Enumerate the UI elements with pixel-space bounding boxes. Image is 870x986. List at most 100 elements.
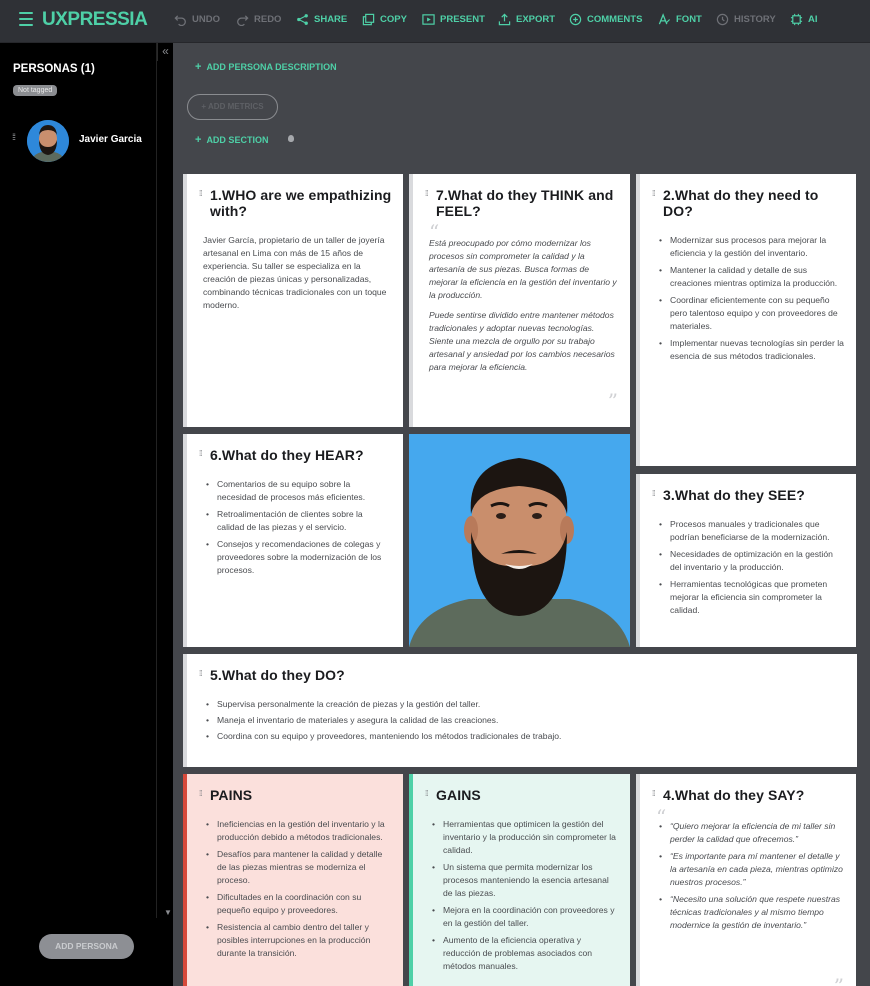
persona-list-item[interactable]: ⁞⁞ Javier Garcia: [0, 118, 156, 162]
card-do[interactable]: ⁞⁞ 5.What do they DO? Supervisa personal…: [183, 654, 857, 767]
undo-button[interactable]: UNDO: [174, 11, 220, 27]
card-text: Está preocupado por cómo modernizar los …: [429, 238, 617, 372]
tag-badge[interactable]: Not tagged: [13, 85, 58, 96]
drag-handle-icon[interactable]: ⁞⁞: [199, 670, 203, 678]
copy-icon: [362, 13, 375, 25]
card-title: 6.What do they HEAR?: [210, 447, 364, 463]
present-icon: [422, 13, 435, 25]
redo-button[interactable]: REDO: [236, 11, 281, 27]
card-think-feel[interactable]: ⁞⁞ 7.What do they THINK and FEEL? “ Está…: [409, 174, 630, 427]
export-icon: [498, 13, 511, 25]
list-item: Mantener la calidad y detalle de sus cre…: [656, 264, 844, 290]
list-item: Aumento de la eficiencia operativa y red…: [429, 934, 618, 973]
list-item: Mejora en la coordinación con proveedore…: [429, 904, 618, 930]
card-gains[interactable]: ⁞⁞ GAINS Herramientas que optimicen la g…: [409, 774, 630, 986]
undo-icon: [174, 14, 186, 26]
ai-chip-icon: [790, 13, 803, 25]
card-title: 1.WHO are we empathizing with?: [210, 187, 392, 219]
persona-avatar: [27, 120, 69, 162]
personas-title: PERSONAS (1): [13, 63, 95, 75]
card-list: Modernizar sus procesos para mejorar la …: [656, 234, 844, 367]
card-list: Herramientas que optimicen la gestión de…: [429, 818, 618, 977]
list-item: “Necesito una solución que respete nuest…: [656, 893, 844, 932]
drag-handle-icon[interactable]: ⁞⁞: [652, 490, 656, 498]
card-pains[interactable]: ⁞⁞ PAINS Ineficiencias en la gestión del…: [183, 774, 403, 986]
list-item: Herramientas tecnológicas que prometen m…: [656, 578, 844, 617]
list-item: Resistencia al cambio dentro del taller …: [203, 921, 391, 960]
list-item: Maneja el inventario de materiales y ase…: [203, 714, 845, 727]
close-quote-icon: ”: [833, 974, 844, 986]
list-item: Modernizar sus procesos para mejorar la …: [656, 234, 844, 260]
history-button[interactable]: HISTORY: [716, 11, 776, 27]
list-item: Supervisa personalmente la creación de p…: [203, 698, 845, 711]
list-item: Consejos y recomendaciones de colegas y …: [203, 538, 391, 577]
comments-button[interactable]: COMMENTS: [569, 11, 642, 27]
drag-handle-icon[interactable]: ⁞⁞: [425, 790, 429, 798]
add-metrics-button[interactable]: + ADD METRICS: [187, 94, 278, 120]
collapse-sidebar-icon[interactable]: «: [157, 43, 173, 61]
plus-icon: +: [195, 61, 202, 73]
card-list: Ineficiencias en la gestión del inventar…: [203, 818, 391, 964]
card-title: 7.What do they THINK and FEEL?: [436, 187, 614, 219]
card-need-to-do[interactable]: ⁞⁞ 2.What do they need to DO? Modernizar…: [636, 174, 856, 466]
ai-button[interactable]: AI: [790, 11, 818, 27]
card-hear[interactable]: ⁞⁞ 6.What do they HEAR? Comentarios de s…: [183, 434, 403, 647]
list-item: Procesos manuales y tradicionales que po…: [656, 518, 844, 544]
card-title: GAINS: [436, 787, 481, 803]
comments-icon: [569, 13, 582, 25]
history-icon: [716, 13, 729, 25]
top-toolbar: UXPRESSIA UNDO REDO SHARE COPY PRESENT E…: [0, 0, 870, 43]
add-section-link[interactable]: + ADD SECTION: [195, 134, 268, 146]
personas-sidebar: « PERSONAS (1) Not tagged ⁞⁞ Javier Garc…: [0, 43, 173, 986]
card-title: PAINS: [210, 787, 253, 803]
list-item: Un sistema que permita modernizar los pr…: [429, 861, 618, 900]
list-item: Desafíos para mantener la calidad y deta…: [203, 848, 391, 887]
list-item: Herramientas que optimicen la gestión de…: [429, 818, 618, 857]
redo-icon: [237, 14, 249, 26]
list-item: Necesidades de optimización en la gestió…: [656, 548, 844, 574]
drag-handle-icon[interactable]: ⁞⁞: [425, 190, 429, 198]
list-item: Ineficiencias en la gestión del inventar…: [203, 818, 391, 844]
card-list: “Quiero mejorar la eficiencia de mi tall…: [656, 820, 844, 936]
font-button[interactable]: FONT: [658, 11, 702, 27]
share-icon: [297, 13, 308, 25]
sidebar-scrollbar-track[interactable]: [156, 43, 157, 918]
add-persona-button[interactable]: ADD PERSONA: [39, 934, 134, 959]
present-button[interactable]: PRESENT: [422, 11, 485, 27]
list-item: Coordina con su equipo y proveedores, ma…: [203, 730, 845, 743]
card-title: 3.What do they SEE?: [663, 487, 805, 503]
card-who[interactable]: ⁞⁞ 1.WHO are we empathizing with? Javier…: [183, 174, 403, 427]
drag-handle-icon[interactable]: ⁞⁞: [199, 790, 203, 798]
persona-photo[interactable]: [409, 434, 630, 647]
share-button[interactable]: SHARE: [296, 11, 347, 27]
app-logo[interactable]: UXPRESSIA: [42, 9, 148, 31]
export-button[interactable]: EXPORT: [498, 11, 555, 27]
card-title: 4.What do they SAY?: [663, 787, 805, 803]
card-list: Comentarios de su equipo sobre la necesi…: [203, 478, 391, 581]
drag-handle-icon[interactable]: ⁞⁞: [199, 450, 203, 458]
list-item: Implementar nuevas tecnologías sin perde…: [656, 337, 844, 363]
drag-handle-icon[interactable]: ⁞⁞: [199, 190, 203, 198]
plus-icon: +: [195, 134, 202, 146]
close-quote-icon: ”: [607, 389, 618, 413]
copy-button[interactable]: COPY: [362, 11, 407, 27]
card-say[interactable]: ⁞⁞ 4.What do they SAY? “ “Quiero mejorar…: [636, 774, 856, 986]
lightbulb-icon[interactable]: [288, 135, 294, 142]
drag-handle-icon[interactable]: ⁞⁞: [652, 190, 656, 198]
menu-icon[interactable]: [19, 12, 33, 26]
list-item: Dificultades en la coordinación con su p…: [203, 891, 391, 917]
card-text: Javier García, propietario de un taller …: [203, 235, 387, 310]
add-persona-description-link[interactable]: + ADD PERSONA DESCRIPTION: [195, 61, 337, 73]
card-title: 2.What do they need to DO?: [663, 187, 819, 219]
font-icon: [658, 12, 671, 24]
scroll-down-arrow-icon[interactable]: ▼: [164, 908, 172, 917]
list-item: Coordinar eficientemente con su pequeño …: [656, 294, 844, 333]
card-list: Procesos manuales y tradicionales que po…: [656, 518, 844, 621]
card-see[interactable]: ⁞⁞ 3.What do they SEE? Procesos manuales…: [636, 474, 856, 647]
list-item: “Es importante para mí mantener el detal…: [656, 850, 844, 889]
list-item: Comentarios de su equipo sobre la necesi…: [203, 478, 391, 504]
drag-handle-icon[interactable]: ⁞⁞: [652, 790, 656, 798]
list-item: Retroalimentación de clientes sobre la c…: [203, 508, 391, 534]
list-item: “Quiero mejorar la eficiencia de mi tall…: [656, 820, 844, 846]
drag-handle-icon[interactable]: ⁞⁞: [12, 133, 16, 142]
